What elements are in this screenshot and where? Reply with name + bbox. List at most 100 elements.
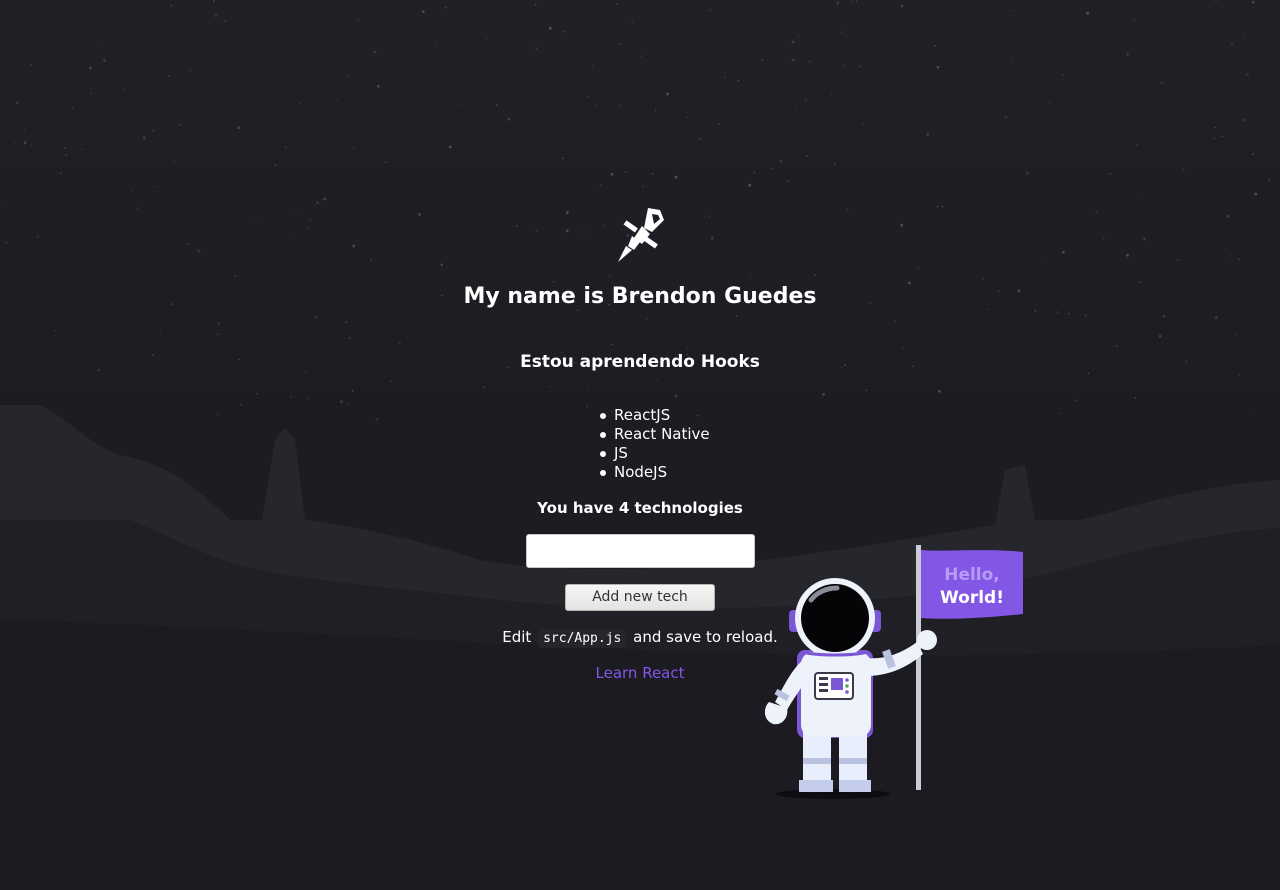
star	[170, 4, 172, 7]
star	[54, 329, 57, 332]
star	[448, 145, 452, 149]
star	[516, 225, 518, 227]
star	[508, 113, 511, 115]
star	[631, 21, 634, 23]
star	[810, 165, 812, 168]
star	[1177, 259, 1179, 261]
star	[482, 386, 485, 389]
star	[373, 50, 377, 54]
star	[30, 143, 33, 146]
star	[23, 141, 27, 145]
star	[14, 142, 16, 144]
star	[1221, 135, 1224, 138]
star	[1012, 9, 1015, 12]
tech-list: ReactJS React Native JS NodeJS	[600, 406, 710, 482]
star	[1061, 74, 1064, 76]
star	[561, 157, 564, 160]
learn-react-link[interactable]: Learn React	[0, 662, 1280, 684]
star	[517, 93, 520, 95]
star	[173, 93, 175, 95]
star	[418, 213, 421, 216]
star	[214, 14, 218, 18]
star	[610, 172, 614, 176]
star	[314, 315, 318, 319]
star	[1103, 238, 1105, 240]
star	[357, 18, 359, 21]
flag-text-line1: Hello,	[944, 565, 1000, 585]
star	[1246, 73, 1249, 76]
star	[1011, 56, 1013, 59]
star	[1254, 192, 1258, 196]
star	[916, 267, 919, 270]
star	[175, 107, 177, 110]
star	[836, 1, 840, 5]
star	[1005, 116, 1007, 118]
star	[619, 42, 621, 45]
star	[1226, 214, 1230, 218]
star	[256, 392, 259, 395]
star	[926, 133, 930, 136]
star	[587, 389, 590, 391]
star	[1059, 412, 1062, 415]
star	[1230, 255, 1232, 257]
star	[224, 20, 227, 22]
star	[894, 320, 897, 323]
star	[159, 332, 161, 334]
star	[822, 393, 825, 396]
star	[1126, 52, 1129, 56]
star	[1041, 257, 1044, 259]
star	[218, 322, 220, 325]
star	[290, 396, 292, 398]
star	[15, 101, 19, 105]
star	[434, 43, 436, 45]
star	[1134, 397, 1136, 400]
star	[840, 31, 843, 33]
star	[1182, 168, 1185, 171]
star	[81, 148, 83, 151]
star	[131, 189, 133, 192]
star	[586, 95, 589, 98]
add-tech-button[interactable]: Add new tech	[565, 584, 715, 611]
star	[284, 146, 287, 148]
star	[805, 98, 807, 101]
star	[1158, 334, 1162, 338]
star	[168, 75, 170, 77]
star	[375, 418, 379, 421]
star	[88, 66, 92, 70]
star	[152, 129, 155, 132]
star	[1137, 194, 1140, 197]
star	[900, 223, 904, 227]
star	[234, 275, 237, 278]
star	[64, 147, 67, 149]
star	[591, 65, 594, 67]
star	[902, 347, 904, 350]
flag-text-line2: World!	[940, 588, 1004, 608]
star	[237, 126, 240, 130]
star	[532, 226, 535, 229]
star	[941, 205, 944, 208]
star	[1252, 153, 1254, 155]
star	[1026, 171, 1029, 175]
star	[348, 75, 350, 77]
star	[340, 400, 343, 404]
star	[1068, 313, 1070, 315]
star	[1162, 315, 1166, 318]
star	[299, 102, 302, 105]
star	[421, 10, 425, 14]
star	[656, 379, 658, 381]
star	[674, 175, 678, 179]
rocket-icon	[618, 208, 664, 262]
star	[289, 236, 292, 239]
star	[761, 59, 764, 61]
star	[645, 317, 648, 320]
tech-input[interactable]	[526, 534, 755, 568]
star	[444, 6, 447, 9]
star	[639, 55, 642, 57]
star	[151, 79, 153, 81]
star	[609, 274, 611, 277]
star	[1214, 126, 1216, 129]
edit-suffix: and save to reload.	[633, 628, 778, 646]
star	[1143, 237, 1146, 241]
star	[71, 107, 74, 109]
star	[1085, 314, 1087, 317]
